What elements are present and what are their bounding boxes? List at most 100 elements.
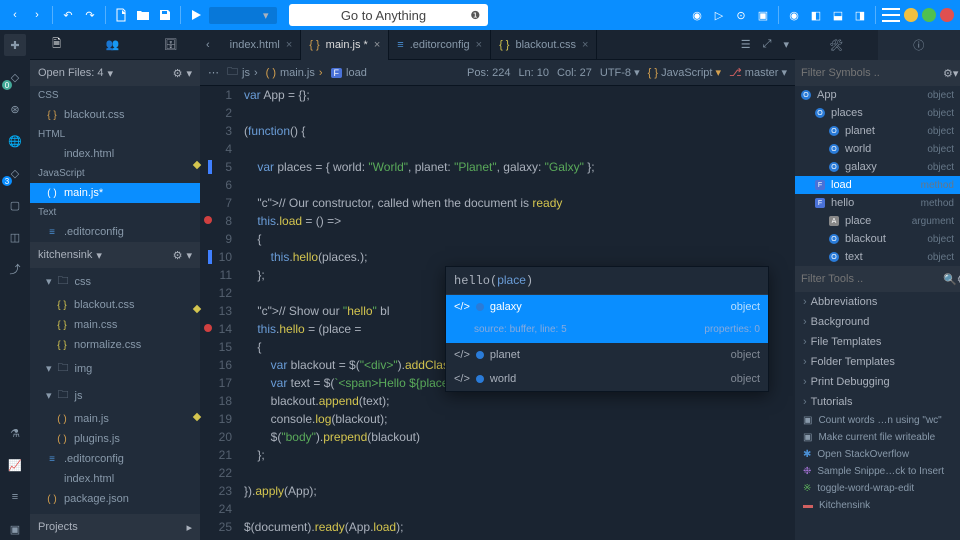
code-line[interactable]: console.log(blackout); [244,410,795,428]
tree-item[interactable]: ( )package.json [30,489,200,509]
forward-button[interactable]: › [28,6,46,24]
line-number[interactable]: 13 [200,302,232,320]
tree-item[interactable]: ≡.editorconfig [30,449,200,469]
line-number[interactable]: 7 [200,194,232,212]
editor-tab[interactable]: { }blackout.css× [491,30,597,60]
code-line[interactable] [244,104,795,122]
close-window-button[interactable] [940,8,954,22]
undo-button[interactable]: ↶ [59,6,77,24]
save-button[interactable] [156,6,174,24]
rail-badge-icon[interactable]: ◇3 [4,162,26,184]
code-line[interactable]: this.load = () => [244,212,795,230]
projects-footer[interactable]: Projects ▸ [30,514,200,540]
tab-split-icon[interactable]: ⤢ [757,38,778,51]
editor-tab[interactable]: { }main.js *× [301,30,389,60]
tree-item[interactable]: ( )plugins.js [30,429,200,449]
code-line[interactable] [244,140,795,158]
layout-right-icon[interactable]: ◨ [851,6,869,24]
line-number[interactable]: 2 [200,104,232,122]
editor-tab[interactable]: index.html× [216,30,302,60]
code-line[interactable] [244,176,795,194]
symbol-item[interactable]: OAppobject [795,86,960,104]
code-line[interactable] [244,500,795,518]
code-line[interactable]: }; [244,446,795,464]
rail-box-icon[interactable]: ▢ [4,194,26,216]
code-line[interactable]: $("body").prepend(blackout) [244,428,795,446]
crumb-file[interactable]: ( ) main.js › [266,67,323,79]
crumb-symbol[interactable]: F load [331,67,367,79]
gear-icon[interactable]: ⚙▾ [943,67,958,80]
tab-preview-icon[interactable]: ☰ [735,38,757,51]
tool-category[interactable]: ›File Templates [795,332,960,352]
line-number[interactable]: 20 [200,428,232,446]
symbol-item[interactable]: Oplanetobject [795,122,960,140]
record-macro-button[interactable]: ◉ [688,6,706,24]
layout-left-icon[interactable]: ◧ [807,6,825,24]
status-encoding[interactable]: UTF-8 ▾ [600,66,640,79]
line-number[interactable]: 5 [200,158,232,176]
tool-snippet[interactable]: ▣Count words …n using "wc" [795,412,960,429]
tree-item[interactable]: ( )main.js [30,409,200,429]
code-line[interactable]: this.hello(places.); [244,248,795,266]
right-tab-symbols-icon[interactable]: ⓘ [878,30,960,60]
code-line[interactable]: (function() { [244,122,795,140]
rail-bookmark-icon[interactable]: ◫ [4,226,26,248]
symbol-item[interactable]: Otextobject [795,248,960,266]
code-line[interactable]: blackout.append(text); [244,392,795,410]
code-editor[interactable]: 1234567891011121314151617181920212223242… [200,86,795,540]
line-number[interactable]: 16 [200,356,232,374]
crumb-folder[interactable]: 🗀 js › [227,63,258,82]
line-number[interactable]: 21 [200,446,232,464]
rail-terminal-icon[interactable]: ▣ [4,518,26,540]
tree-item[interactable]: { }normalize.css [30,335,200,355]
maximize-button[interactable] [922,8,936,22]
gear-icon[interactable]: ⚙ [173,249,183,262]
redo-button[interactable]: ↷ [81,6,99,24]
symbol-item[interactable]: Oblackoutobject [795,230,960,248]
rail-code-icon[interactable]: ≡ [4,486,26,508]
sidebar-tab-files-icon[interactable]: 🗎 [52,35,61,54]
tool-category[interactable]: ›Background [795,312,960,332]
goto-anything-input[interactable]: Go to Anything ❶ [289,4,489,26]
line-number[interactable]: 15 [200,338,232,356]
rail-chart-icon[interactable]: 📈 [4,454,26,476]
code-line[interactable]: var App = {}; [244,86,795,104]
crumb-more-icon[interactable]: ⋯ [208,66,219,79]
line-number[interactable]: 25 [200,518,232,536]
line-number[interactable]: 1 [200,86,232,104]
code-line[interactable]: var places = { world: "World", planet: "… [244,158,795,176]
open-file-item[interactable]: ≡.editorconfig [30,222,200,242]
rail-globe-icon[interactable]: 🌐 [4,130,26,152]
run-config-dropdown[interactable]: ▾ [209,7,277,24]
autocomplete-item[interactable]: </>worldobject [446,367,768,391]
line-number[interactable]: 6 [200,176,232,194]
autocomplete-item[interactable]: </>galaxyobject [446,295,768,319]
code-line[interactable]: "c">// Our constructor, called when the … [244,194,795,212]
sidebar-tab-users-icon[interactable]: 👥 [106,38,120,51]
search-icon[interactable]: 🔍 [943,273,957,286]
layout-bottom-icon[interactable]: ⬓ [829,6,847,24]
tool-category[interactable]: ›Abbreviations [795,292,960,312]
tool-category[interactable]: ›Print Debugging [795,372,960,392]
symbol-item[interactable]: Ogalaxyobject [795,158,960,176]
line-number[interactable]: 3 [200,122,232,140]
line-number[interactable]: 22 [200,464,232,482]
step-button[interactable]: ⊙ [732,6,750,24]
rail-add-button[interactable]: ✚ [4,34,26,56]
autocomplete-item[interactable]: </>planetobject [446,343,768,367]
line-number[interactable]: 17 [200,374,232,392]
line-number[interactable]: 11 [200,266,232,284]
open-file-item[interactable]: { }blackout.css [30,105,200,125]
symbol-item[interactable]: Floadmethod [795,176,960,194]
tree-item[interactable]: ▾🗀js [30,382,200,409]
symbol-item[interactable]: Fhellomethod [795,194,960,212]
minimize-button[interactable] [904,8,918,22]
tab-scroll-left[interactable]: ‹ [200,39,216,51]
tree-item[interactable]: ▾🗀img [30,355,200,382]
code-line[interactable]: { [244,230,795,248]
rail-search-icon[interactable]: ⊛ [4,98,26,120]
status-branch[interactable]: ⎇ master ▾ [729,66,787,79]
symbol-item[interactable]: Oworldobject [795,140,960,158]
status-lang[interactable]: { } JavaScript ▾ [648,66,721,79]
close-tab-icon[interactable]: × [476,39,482,51]
